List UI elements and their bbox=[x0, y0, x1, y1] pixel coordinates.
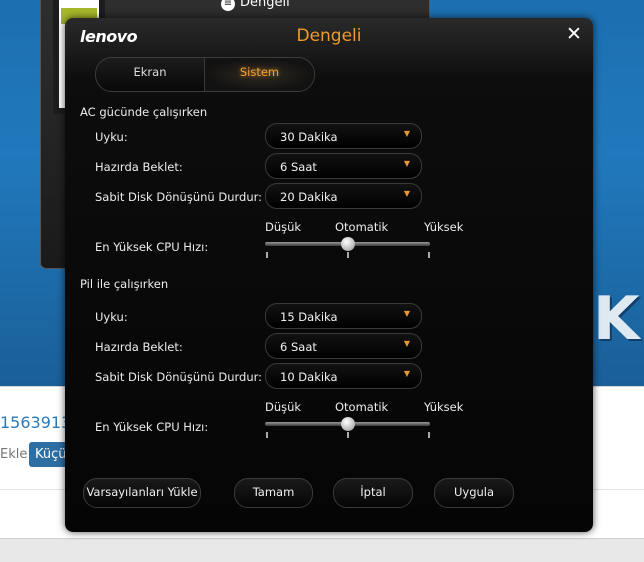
chevron-down-icon: ▼ bbox=[403, 189, 410, 198]
chevron-down-icon: ▼ bbox=[403, 129, 410, 138]
ac-sleep-label: Uyku: bbox=[95, 130, 128, 144]
battery-sleep-value: 15 Dakika bbox=[280, 310, 338, 324]
background-power-label-text: Dengeli bbox=[240, 0, 290, 10]
battery-standby-value: 6 Saat bbox=[280, 340, 317, 354]
battery-cpu-slider-track[interactable] bbox=[265, 417, 430, 438]
battery-disk-label: Sabit Disk Dönüşünü Durdur: bbox=[95, 370, 263, 384]
chevron-down-icon: ▼ bbox=[403, 339, 410, 348]
apply-button[interactable]: Uygula bbox=[434, 478, 514, 508]
battery-section-header: Pil ile çalışırken bbox=[80, 277, 169, 291]
cancel-button[interactable]: İptal bbox=[333, 478, 413, 508]
close-icon[interactable]: ✕ bbox=[565, 25, 583, 44]
ac-cpu-slider-thumb[interactable] bbox=[340, 237, 355, 251]
battery-sleep-label: Uyku: bbox=[95, 310, 128, 324]
chevron-down-icon: ▼ bbox=[403, 309, 410, 318]
battery-cpu-label: En Yüksek CPU Hızı: bbox=[95, 420, 209, 434]
tab-ekran[interactable]: Ekran bbox=[96, 58, 205, 91]
ac-standby-value: 6 Saat bbox=[280, 160, 317, 174]
ac-section-header: AC gücünde çalışırken bbox=[80, 105, 208, 119]
ac-cpu-low-label: Düşük bbox=[265, 220, 302, 234]
ac-standby-label: Hazırda Beklet: bbox=[95, 160, 183, 174]
slider-tick bbox=[347, 252, 349, 258]
ac-cpu-label: En Yüksek CPU Hızı: bbox=[95, 240, 209, 254]
ac-disk-label: Sabit Disk Dönüşünü Durdur: bbox=[95, 190, 263, 204]
background-footer bbox=[0, 538, 644, 562]
battery-standby-select[interactable]: 6 Saat ▼ bbox=[265, 333, 422, 359]
ac-standby-select[interactable]: 6 Saat ▼ bbox=[265, 153, 422, 179]
background-add-label: Ekle: bbox=[0, 447, 32, 462]
slider-tick bbox=[266, 252, 268, 258]
slider-tick bbox=[347, 432, 349, 438]
battery-disk-value: 10 Dakika bbox=[280, 370, 338, 384]
battery-cpu-mid-label: Otomatik bbox=[335, 400, 389, 414]
ac-cpu-slider-track[interactable] bbox=[265, 237, 430, 258]
ac-disk-select[interactable]: 20 Dakika ▼ bbox=[265, 183, 422, 209]
slider-tick bbox=[428, 432, 430, 438]
ac-cpu-high-label: Yüksek bbox=[424, 220, 464, 234]
battery-disk-select[interactable]: 10 Dakika ▼ bbox=[265, 363, 422, 389]
battery-cpu-high-label: Yüksek bbox=[424, 400, 464, 414]
ac-disk-value: 20 Dakika bbox=[280, 190, 338, 204]
load-defaults-button[interactable]: Varsayılanları Yükle bbox=[83, 478, 201, 508]
tab-sistem[interactable]: Sistem bbox=[205, 58, 314, 91]
background-power-label: ≡ Dengeli bbox=[221, 0, 290, 11]
ok-button[interactable]: Tamam bbox=[234, 478, 313, 508]
balance-icon: ≡ bbox=[221, 0, 235, 11]
battery-cpu-low-label: Düşük bbox=[265, 400, 302, 414]
chevron-down-icon: ▼ bbox=[403, 369, 410, 378]
dialog-title: Dengeli bbox=[296, 26, 362, 46]
battery-cpu-slider-thumb[interactable] bbox=[340, 417, 355, 431]
chevron-down-icon: ▼ bbox=[403, 159, 410, 168]
background-banner-letters: K bbox=[593, 284, 639, 354]
ac-sleep-value: 30 Dakika bbox=[280, 130, 338, 144]
battery-sleep-select[interactable]: 15 Dakika ▼ bbox=[265, 303, 422, 329]
slider-tick bbox=[266, 432, 268, 438]
slider-tick bbox=[428, 252, 430, 258]
tab-bar: Ekran Sistem bbox=[95, 57, 315, 92]
ac-cpu-mid-label: Otomatik bbox=[335, 220, 389, 234]
battery-standby-label: Hazırda Beklet: bbox=[95, 340, 183, 354]
ac-sleep-select[interactable]: 30 Dakika ▼ bbox=[265, 123, 422, 149]
power-settings-dialog: lenovo Dengeli ✕ Ekran Sistem AC gücünde… bbox=[65, 18, 593, 532]
